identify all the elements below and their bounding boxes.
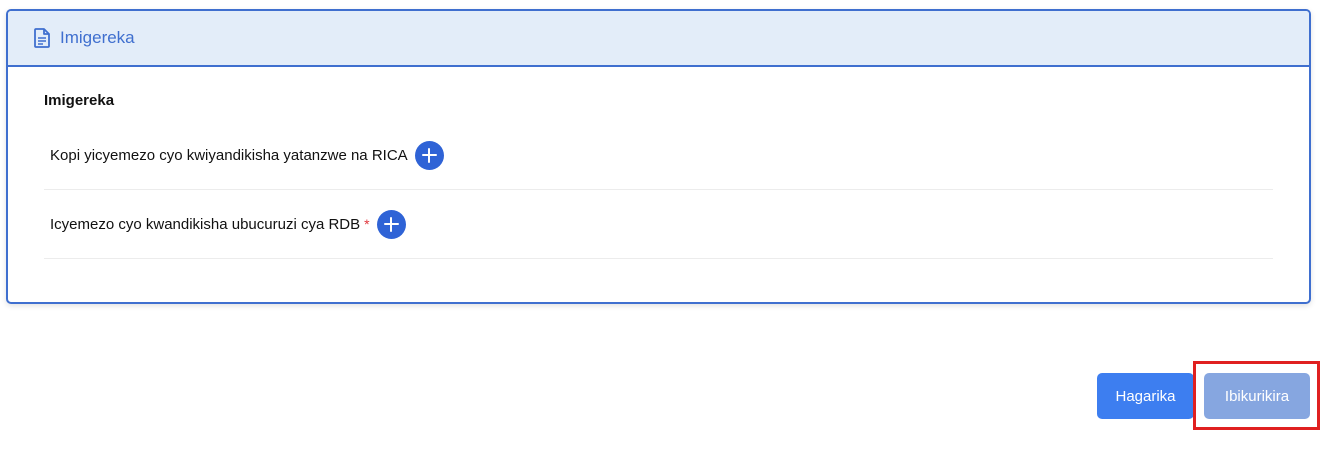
cancel-button[interactable]: Hagarika	[1097, 373, 1194, 419]
form-actions: Hagarika Ibikurikira	[1097, 373, 1310, 419]
add-rdb-document-button[interactable]	[376, 209, 406, 239]
document-label: Kopi yicyemezo cyo kwiyandikisha yatanzw…	[50, 146, 408, 164]
continue-button[interactable]: Ibikurikira	[1204, 373, 1310, 419]
document-row-rdb: Icyemezo cyo kwandikisha ubucuruzi cya R…	[44, 190, 1273, 259]
document-icon	[34, 28, 50, 48]
card-header-title: Imigereka	[60, 28, 135, 47]
card-header: Imigereka	[8, 11, 1309, 67]
document-label: Icyemezo cyo kwandikisha ubucuruzi cya R…	[50, 215, 361, 233]
card-body: Imigereka Kopi yicyemezo cyo kwiyandikis…	[8, 67, 1309, 259]
add-rica-document-button[interactable]	[414, 140, 444, 170]
attachments-card: Imigereka Imigereka Kopi yicyemezo cyo k…	[6, 9, 1311, 304]
section-title: Imigereka	[44, 92, 115, 109]
required-marker: *	[364, 216, 370, 232]
document-row-rica: Kopi yicyemezo cyo kwiyandikisha yatanzw…	[44, 121, 1273, 190]
